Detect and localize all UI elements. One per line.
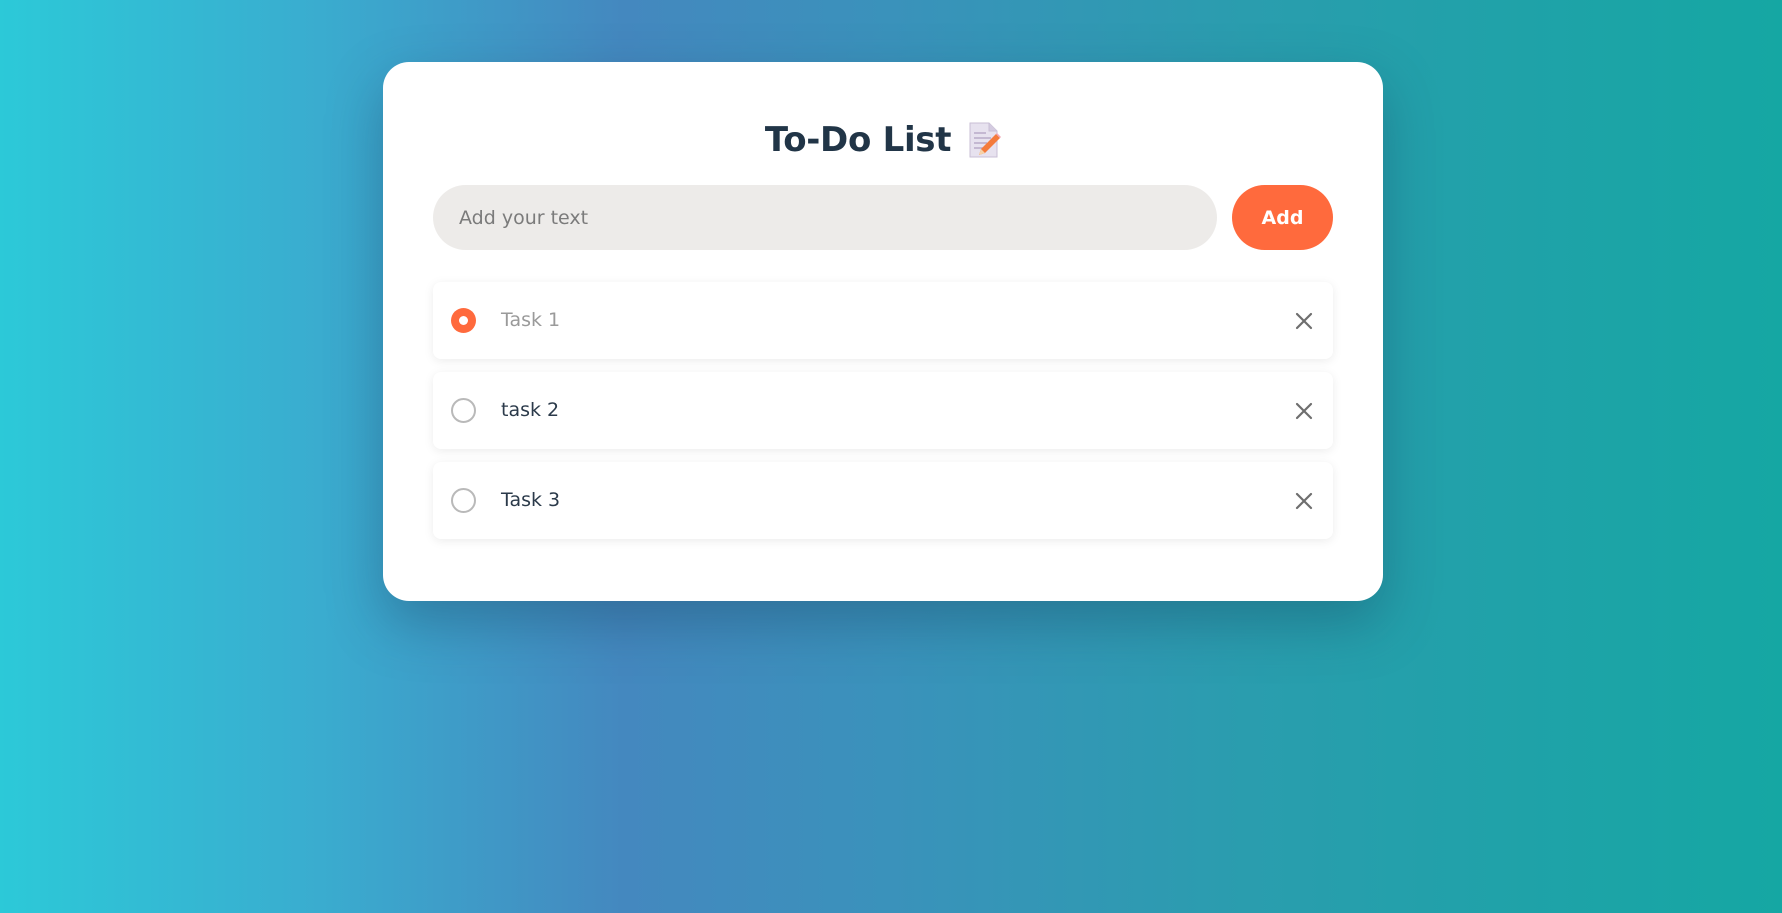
task-label: task 2 <box>501 399 560 421</box>
add-button[interactable]: Add <box>1232 185 1333 250</box>
close-icon[interactable] <box>1293 400 1315 422</box>
task-checkbox[interactable] <box>451 488 476 513</box>
close-icon[interactable] <box>1293 490 1315 512</box>
task-checkbox-checked[interactable] <box>451 308 476 333</box>
task-item[interactable]: Task 3 <box>433 462 1333 539</box>
memo-icon <box>967 121 1002 159</box>
todo-card: To-Do List Add Task 1 <box>383 62 1383 601</box>
task-label: Task 1 <box>501 309 561 331</box>
close-icon[interactable] <box>1293 310 1315 332</box>
task-input[interactable] <box>433 185 1217 250</box>
task-checkbox[interactable] <box>451 398 476 423</box>
page-title: To-Do List <box>764 120 952 160</box>
add-task-row: Add <box>433 185 1333 250</box>
task-item[interactable]: Task 1 <box>433 282 1333 359</box>
task-list: Task 1 task 2 Task 3 <box>433 282 1333 552</box>
header: To-Do List <box>383 112 1383 168</box>
task-item[interactable]: task 2 <box>433 372 1333 449</box>
task-label: Task 3 <box>501 489 561 511</box>
